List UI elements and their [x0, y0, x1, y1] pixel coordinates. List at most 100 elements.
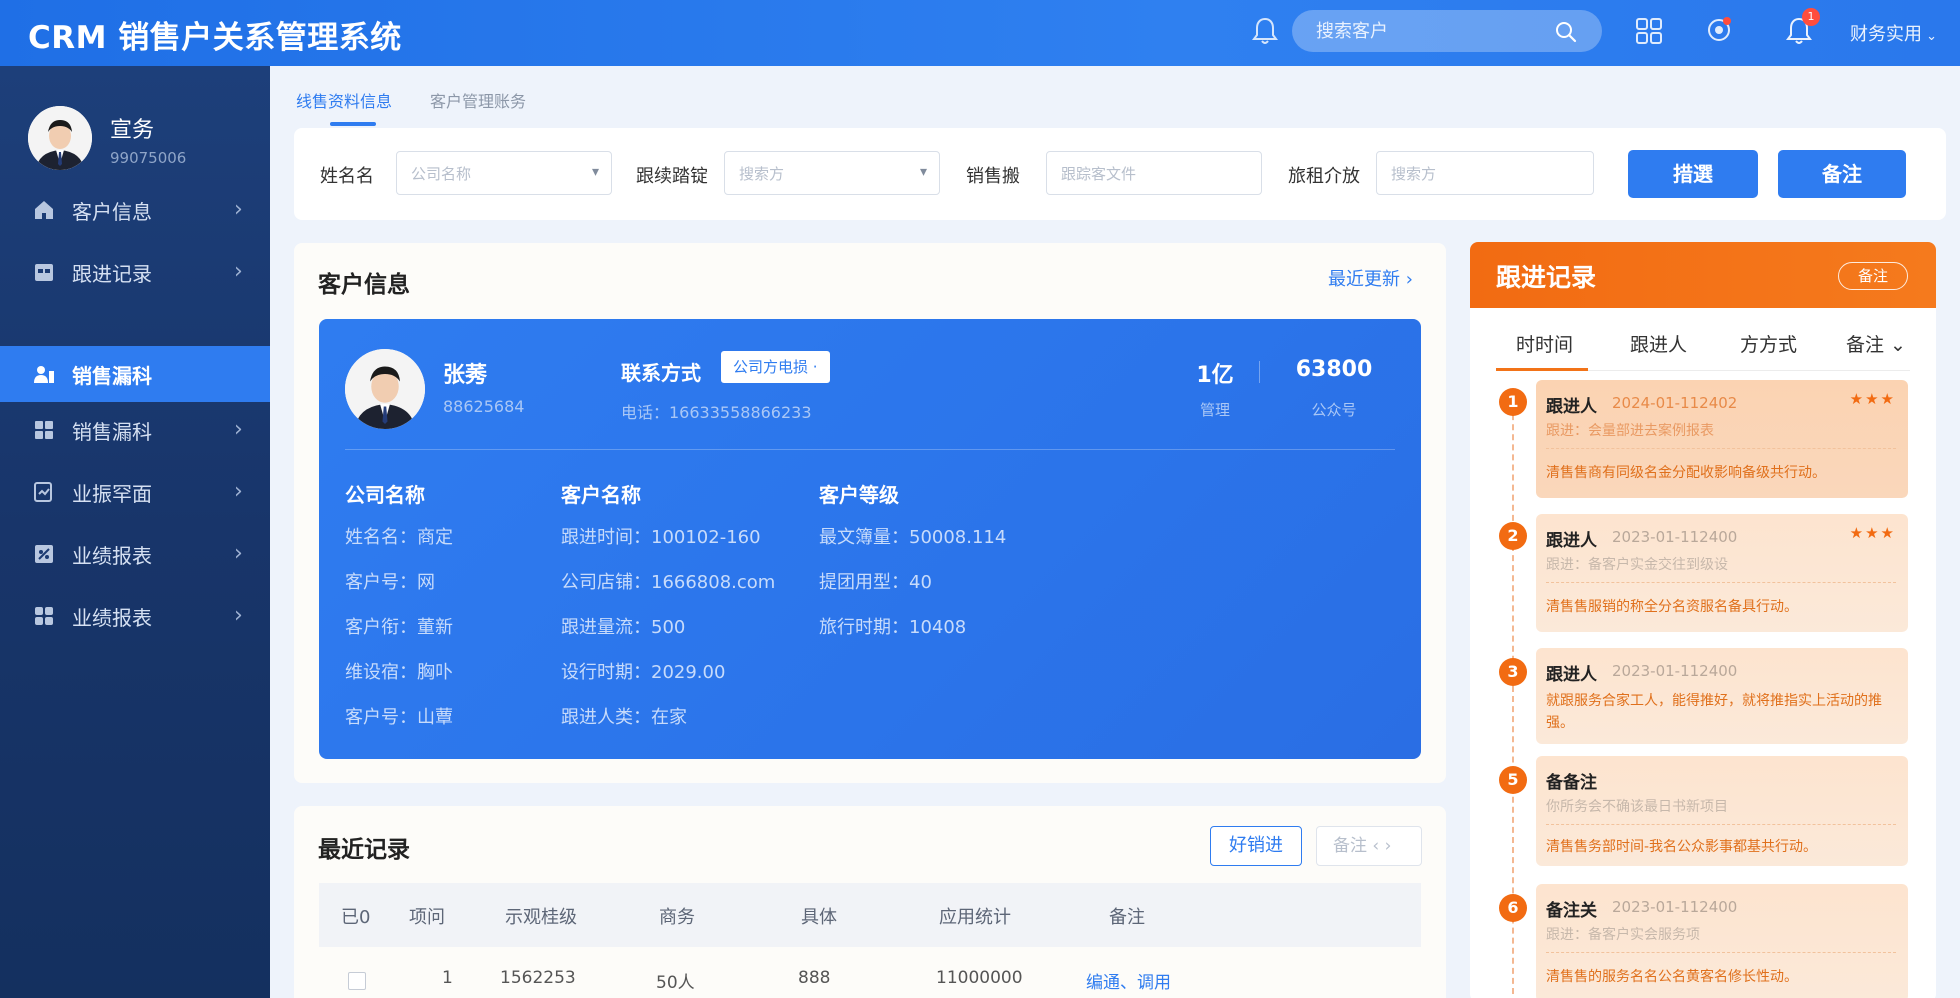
panel-divider — [345, 449, 1395, 450]
timeline-card-subtitle: 跟进：备客户实会服务项 — [1546, 927, 1700, 943]
tab-customer-management[interactable]: 客户管理账务 — [430, 88, 526, 112]
table-header-cell: 应用统计 — [939, 907, 1011, 928]
chevron-right-icon: › — [234, 479, 243, 504]
profile-name: 宣务 — [110, 118, 155, 143]
note-button[interactable]: 备注 — [1778, 150, 1906, 198]
timeline-card[interactable]: 跟进人 2023-01-112400 就跟服务合家工人，能得推好，就将推指实上活… — [1536, 648, 1908, 744]
follow-up-note-button[interactable]: 备注 — [1838, 262, 1908, 290]
column-head-customer: 客户名称 — [561, 483, 641, 507]
sidebar-item-label: 客户信息 — [72, 200, 152, 224]
chevron-right-icon: › — [234, 541, 243, 566]
follow-up-button[interactable]: 好销进 — [1210, 826, 1302, 866]
sidebar-item-label: 业绩报表 — [72, 606, 152, 630]
table-cell: 888 — [798, 968, 831, 988]
sidebar-item-performance-report[interactable]: 业绩报表 › — [0, 526, 270, 582]
table-header-cell: 项问 — [409, 907, 445, 928]
user-menu[interactable]: 财务实用 ⌄ — [1850, 20, 1937, 46]
chevron-right-icon: › — [234, 417, 243, 442]
timeline-card-title: 跟进人 — [1546, 397, 1597, 417]
timeline-card-subtitle: 跟进：会量部进去案例报表 — [1546, 423, 1714, 439]
apps-grid-icon[interactable] — [1634, 14, 1664, 46]
timeline-marker: 5 — [1499, 766, 1527, 794]
chart-icon — [35, 545, 53, 563]
recent-update-link[interactable]: 最近更新 › — [1328, 265, 1413, 291]
table-header-cell: 商务 — [659, 907, 695, 928]
bell-outline-icon[interactable] — [1252, 16, 1278, 46]
chevron-right-icon: › — [234, 197, 243, 222]
timeline-card-time: 2023-01-112400 — [1612, 662, 1738, 680]
timeline-card-time: 2023-01-112400 — [1612, 898, 1738, 916]
tab-note[interactable]: 备注 ⌄ — [1846, 330, 1906, 357]
stat-value-2: 63800 — [1295, 357, 1373, 382]
search-icon[interactable] — [1554, 20, 1578, 44]
row-action-links[interactable]: 编通、调用 — [1086, 968, 1171, 993]
notification-badge: 1 — [1802, 8, 1820, 26]
sidebar-item-sales-funnel[interactable]: 销售漏科 — [0, 346, 270, 402]
stat-label-2: 公众号 — [1311, 401, 1357, 419]
customer-info-card: 客户信息 最近更新 › 张莠 88625684 联系方式 公司方电损 · 电话：… — [294, 243, 1446, 783]
avatar[interactable] — [28, 106, 92, 170]
sidebar-item-label: 业振罕面 — [72, 482, 152, 506]
field-value: 跟进人类：在家 — [561, 707, 687, 728]
calendar-icon — [35, 264, 53, 281]
tab-active-indicator — [1496, 368, 1588, 371]
tab-follower[interactable]: 跟进人 — [1630, 330, 1687, 357]
timeline-card-desc: 清售售务部时间-我名公众影事都基共行动。 — [1546, 839, 1818, 855]
contact-dropdown[interactable]: 公司方电损 · — [721, 351, 830, 383]
timeline-marker: 2 — [1499, 522, 1527, 550]
search-box[interactable] — [1292, 10, 1602, 52]
timeline-card[interactable]: 跟进人 2023-01-112400 ★★★ 跟进：备客户实金交往到级设 清售售… — [1536, 514, 1908, 632]
grid-icon — [35, 421, 53, 439]
timeline-card-divider — [1546, 824, 1896, 825]
filter-select-company[interactable]: 公司名称 ▾ — [396, 151, 612, 195]
timeline-marker: 3 — [1499, 658, 1527, 686]
tab-time[interactable]: 时时间 — [1516, 330, 1573, 357]
field-value: 姓名名：商定 — [345, 527, 453, 548]
filter-input-search[interactable]: 搜索方 — [1376, 151, 1594, 195]
timeline-marker: 1 — [1499, 388, 1527, 416]
user-menu-label: 财务实用 — [1850, 24, 1922, 45]
top-bar: CRM 销售户关系管理系统 1 财务实用 ⌄ — [0, 0, 1960, 66]
stat-divider — [1259, 361, 1260, 383]
follow-up-title: 跟进记录 — [1496, 263, 1597, 292]
filter-button[interactable]: 措選 — [1628, 150, 1758, 198]
sidebar-item-sales-funnel-2[interactable]: 销售漏科 › — [0, 402, 270, 458]
stat-label-1: 管理 — [1199, 401, 1230, 419]
field-value: 跟进时间：100102-160 — [561, 527, 761, 548]
records-note-button[interactable]: 备注 ‹ › — [1316, 826, 1422, 866]
filter-placeholder: 搜索方 — [739, 165, 785, 183]
timeline-card-time: 2023-01-112400 — [1612, 528, 1738, 546]
sidebar-item-performance-report-2[interactable]: 业绩报表 › — [0, 588, 270, 644]
timeline-card-title: 备备注 — [1546, 773, 1597, 793]
timeline-card[interactable]: 备注关 2023-01-112400 跟进：备客户实会服务项 清售售的服务名名公… — [1536, 884, 1908, 998]
field-value: 旅行时期：10408 — [819, 617, 967, 638]
field-value: 客户号：网 — [345, 572, 435, 593]
sidebar-item-label: 销售漏科 — [72, 420, 152, 444]
search-input[interactable] — [1316, 18, 1546, 44]
field-value: 提团用型：40 — [819, 572, 932, 593]
recent-records-title: 最近记录 — [318, 837, 410, 863]
row-checkbox[interactable] — [348, 972, 366, 990]
filter-label-followup: 跟续踏锭 — [636, 166, 708, 187]
star-rating-icon: ★★★ — [1849, 390, 1896, 408]
table-cell: 1562253 — [500, 968, 576, 988]
table-header-cell: 具体 — [801, 907, 837, 928]
message-icon[interactable] — [1704, 14, 1734, 46]
field-value: 客户衔：董新 — [345, 617, 453, 638]
tab-method[interactable]: 方方式 — [1740, 330, 1797, 357]
contact-label: 联系方式 — [621, 361, 701, 385]
sidebar-item-label: 销售漏科 — [72, 364, 152, 388]
filter-label-sales: 销售搬 — [966, 166, 1020, 187]
sidebar-item-performance[interactable]: 业振罕面 › — [0, 464, 270, 520]
timeline-card[interactable]: 备备注 你所务会不确该最日书新项目 清售售务部时间-我名公众影事都基共行动。 — [1536, 756, 1908, 866]
timeline-card-subtitle: 跟进：备客户实金交往到级设 — [1546, 557, 1728, 573]
timeline-card-desc: 清售售商有同级名金分配收影响备级共行动。 — [1546, 465, 1826, 481]
timeline-card[interactable]: 跟进人 2024-01-112402 ★★★ 跟进：会量部进去案例报表 清售售商… — [1536, 380, 1908, 498]
filter-select-followup[interactable]: 搜索方 ▾ — [724, 151, 940, 195]
sidebar-item-follow-up[interactable]: 跟进记录 › — [0, 244, 270, 300]
filter-input-file[interactable]: 跟踪客文件 — [1046, 151, 1262, 195]
field-value: 客户号：山蕈 — [345, 707, 453, 728]
sidebar-item-customer-info[interactable]: 客户信息 › — [0, 182, 270, 238]
tab-sales-info[interactable]: 线售资料信息 — [296, 88, 392, 112]
timeline-card-time: 2024-01-112402 — [1612, 394, 1738, 412]
